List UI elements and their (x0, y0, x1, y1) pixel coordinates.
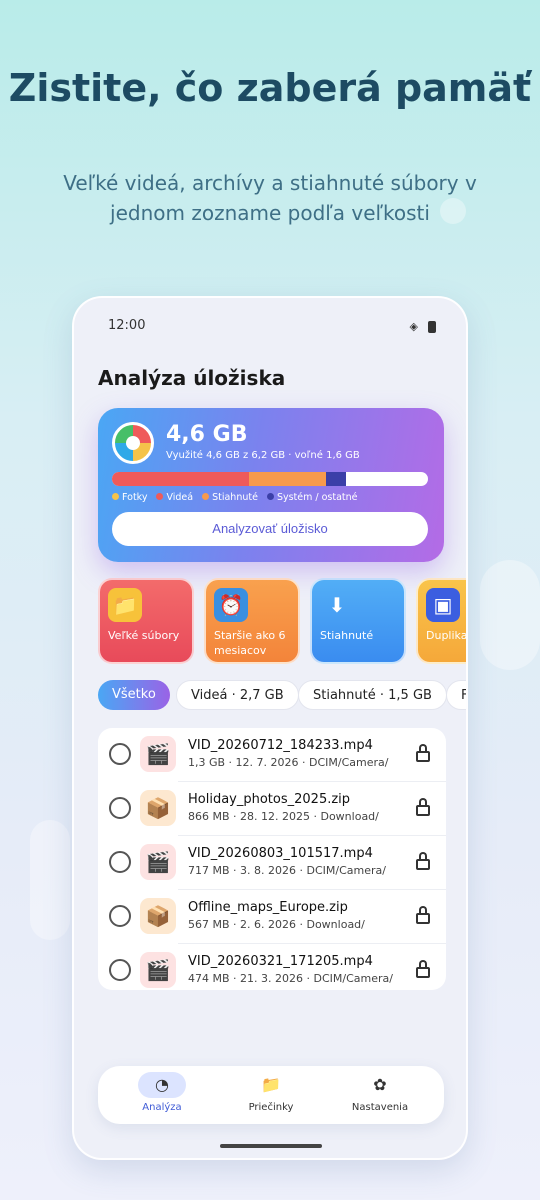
filter-chip-more[interactable]: F (446, 680, 466, 710)
video-file-icon: 🎬 (140, 844, 176, 880)
decor-bubble (30, 820, 70, 940)
screen-title: Analýza úložiska (98, 366, 286, 390)
lock-icon[interactable] (416, 744, 430, 762)
nav-item-folders[interactable]: 📁 Priečinky (221, 1072, 321, 1113)
select-checkbox[interactable] (109, 905, 131, 927)
video-file-icon: 🎬 (140, 952, 176, 988)
select-checkbox[interactable] (109, 743, 131, 765)
lock-icon[interactable] (416, 852, 430, 870)
list-item[interactable]: 🎬 VID_20260803_101517.mp4 717 MB · 3. 8.… (98, 836, 446, 890)
storage-summary-card: 4,6 GB Využité 4,6 GB z 6,2 GB · voľné 1… (98, 408, 444, 562)
list-item[interactable]: 📦 Holiday_photos_2025.zip 866 MB · 28. 1… (98, 782, 446, 836)
list-item[interactable]: 📦 Offline_maps_Europe.zip 567 MB · 2. 6.… (98, 890, 446, 944)
file-list: 🎬 VID_20260712_184233.mp4 1,3 GB · 12. 7… (98, 728, 446, 990)
settings-icon: ✿ (373, 1075, 387, 1094)
promo-subtitle: Veľké videá, archívy a stiahnuté súbory … (63, 171, 477, 225)
category-duplicates[interactable]: ▣ Duplika (416, 578, 466, 664)
filter-chips: Všetko Videá · 2,7 GB Stiahnuté · 1,5 GB… (98, 680, 466, 714)
file-name: Holiday_photos_2025.zip (188, 792, 351, 807)
filter-chip-all[interactable]: Všetko (98, 680, 170, 710)
legend-item-photos: Fotky (112, 492, 147, 503)
legend-item-downloads: Stiahnuté (202, 492, 258, 503)
lock-icon[interactable] (416, 906, 430, 924)
storage-detail: Využité 4,6 GB z 6,2 GB · voľné 1,6 GB (166, 450, 360, 461)
file-name: VID_20260712_184233.mp4 (188, 738, 373, 753)
filter-chip-downloads[interactable]: Stiahnuté · 1,5 GB (298, 680, 447, 710)
storage-bar-segment (249, 472, 326, 486)
home-indicator (220, 1144, 322, 1148)
select-checkbox[interactable] (109, 959, 131, 981)
analysis-icon: ◔ (138, 1072, 186, 1098)
file-meta: 866 MB · 28. 12. 2025 · Download/ (188, 810, 379, 823)
storage-pie-icon (112, 422, 154, 464)
file-name: VID_20260803_101517.mp4 (188, 846, 373, 861)
category-older-than-6-months[interactable]: ⏰ Staršie ako 6 mesiacov (204, 578, 300, 664)
folders-icon: 📁 (261, 1075, 281, 1094)
file-name: Offline_maps_Europe.zip (188, 900, 348, 915)
select-checkbox[interactable] (109, 797, 131, 819)
nav-item-analysis[interactable]: ◔ Analýza (112, 1072, 212, 1113)
promo-title: Zistite, čo zaberá pamäť (8, 66, 532, 110)
battery-icon (428, 320, 436, 333)
file-name: VID_20260321_171205.mp4 (188, 954, 373, 969)
download-icon: ⬇ (328, 593, 346, 617)
status-bar: 12:00 ◈ (74, 298, 466, 356)
status-icons: ◈ (410, 320, 436, 333)
legend-item-system: Systém / ostatné (266, 492, 358, 503)
video-file-icon: 🎬 (140, 736, 176, 772)
analyze-storage-button[interactable]: Analyzovať úložisko (112, 512, 428, 546)
decor-bubble (480, 560, 540, 670)
list-item[interactable]: 🎬 VID_20260712_184233.mp4 1,3 GB · 12. 7… (98, 728, 446, 782)
file-meta: 1,3 GB · 12. 7. 2026 · DCIM/Camera/ (188, 756, 389, 769)
file-meta: 567 MB · 2. 6. 2026 · Download/ (188, 918, 365, 931)
storage-bar-segment (325, 472, 347, 486)
filter-chip-videos[interactable]: Videá · 2,7 GB (176, 680, 299, 710)
select-checkbox[interactable] (109, 851, 131, 873)
lock-icon[interactable] (416, 798, 430, 816)
storage-bar-segment (112, 472, 250, 486)
clock-icon: ⏰ (214, 588, 248, 622)
folder-icon: 📁 (108, 588, 142, 622)
archive-file-icon: 📦 (140, 898, 176, 934)
storage-usage-bar (112, 472, 428, 486)
file-meta: 717 MB · 3. 8. 2026 · DCIM/Camera/ (188, 864, 386, 877)
duplicates-icon: ▣ (426, 588, 460, 622)
status-time: 12:00 (108, 318, 146, 333)
bottom-navigation: ◔ Analýza 📁 Priečinky ✿ Nastavenia (98, 1066, 444, 1124)
lock-icon[interactable] (416, 960, 430, 978)
phone-frame: 12:00 ◈ Analýza úložiska 4,6 GB Využité … (72, 296, 468, 1160)
signal-icon: ◈ (409, 320, 418, 333)
file-meta: 474 MB · 21. 3. 2026 · DCIM/Camera/ (188, 972, 393, 985)
legend-item-videos: Videá (156, 492, 193, 503)
used-storage-value: 4,6 GB (166, 422, 248, 447)
category-carousel: 📁 Veľké súbory ⏰ Staršie ako 6 mesiacov … (98, 578, 466, 668)
list-item[interactable]: 🎬 VID_20260321_171205.mp4 474 MB · 21. 3… (98, 944, 446, 990)
archive-file-icon: 📦 (140, 790, 176, 826)
category-downloads[interactable]: ⬇ Stiahnuté (310, 578, 406, 664)
storage-legend: Fotky Videá Stiahnuté Systém / ostatné (112, 492, 358, 503)
nav-item-settings[interactable]: ✿ Nastavenia (330, 1072, 430, 1113)
category-large-files[interactable]: 📁 Veľké súbory (98, 578, 194, 664)
